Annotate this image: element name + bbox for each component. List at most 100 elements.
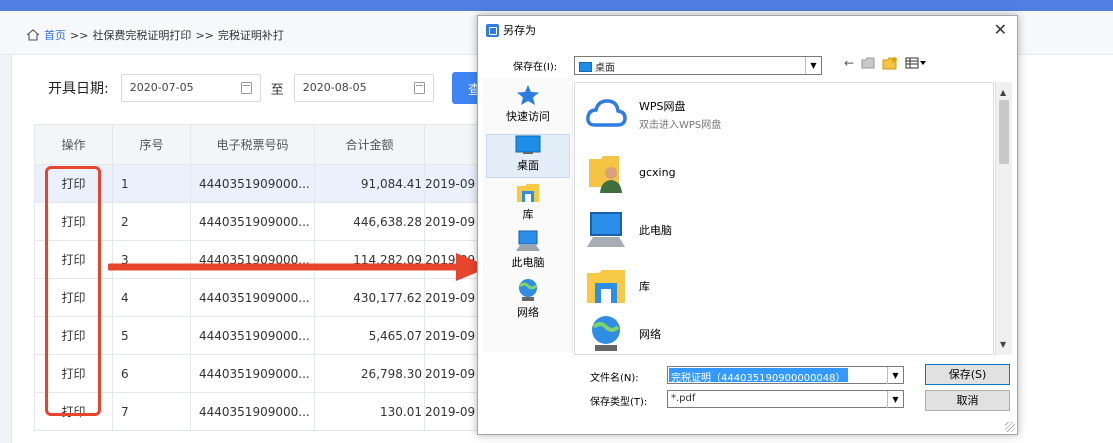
date-filter: 开具日期: 2020-07-05 至 2020-08-05 xyxy=(48,74,434,102)
network-icon xyxy=(518,279,538,301)
file-name: WPS网盘 xyxy=(639,99,686,113)
file-subtitle: 双击进入WPS网盘 xyxy=(639,119,722,131)
column-header-ticket-number: 电子税票号码 xyxy=(190,124,315,165)
breadcrumb-level1[interactable]: 社保费完税证明打印 xyxy=(92,27,191,43)
cancel-button[interactable]: 取消 xyxy=(925,390,1010,411)
new-folder-icon[interactable] xyxy=(882,56,899,70)
chevron-down-icon[interactable]: ▼ xyxy=(1000,340,1006,349)
total-amount: 5,465.07 xyxy=(314,316,425,355)
ticket-number: 4440351909000... xyxy=(190,202,315,241)
column-header-index: 序号 xyxy=(112,124,191,165)
save-as-dialog: 另存为 ✕ 保存在(I): 桌面 ▼ ← 快速访问 桌面 库 此电脑 网络 WP… xyxy=(477,15,1018,435)
app-icon xyxy=(486,23,499,37)
breadcrumb-separator: >> xyxy=(195,28,214,42)
ticket-number: 4440351909000... xyxy=(190,354,315,393)
network-icon xyxy=(592,316,620,351)
row-index: 6 xyxy=(112,354,191,393)
total-amount: 130.01 xyxy=(314,392,425,431)
breadcrumb-separator: >> xyxy=(70,28,89,42)
filetype-label: 保存类型(T): xyxy=(590,397,648,408)
start-date-value: 2020-07-05 xyxy=(129,81,194,94)
filetype-dropdown[interactable]: *.pdf ▼ xyxy=(667,390,904,408)
resize-grip-icon[interactable] xyxy=(1005,422,1015,432)
place-label: 快速访问 xyxy=(506,110,550,123)
filename-label: 文件名(N): xyxy=(590,373,639,384)
ticket-number: 4440351909000... xyxy=(190,164,315,203)
start-date-input[interactable]: 2020-07-05 xyxy=(120,74,261,102)
row-index: 7 xyxy=(112,392,191,431)
computer-icon xyxy=(516,230,540,251)
breadcrumb: 首页 >> 社保费完税证明打印 >> 完税证明补打 xyxy=(26,27,284,43)
filename-input[interactable]: 完税证明（444035190900000048） ▼ xyxy=(667,366,904,384)
place-this-pc[interactable]: 此电脑 xyxy=(486,230,570,274)
scrollbar-thumb[interactable] xyxy=(999,100,1009,164)
breadcrumb-current: 完税证明补打 xyxy=(217,29,284,42)
chevron-up-icon[interactable]: ▲ xyxy=(1000,88,1006,97)
filename-value: 完税证明（444035190900000048） xyxy=(669,368,848,384)
file-name: 库 xyxy=(639,280,650,293)
row-index: 2 xyxy=(112,202,191,241)
place-label: 库 xyxy=(522,208,534,221)
file-list: WPS网盘 双击进入WPS网盘 gcxing 此电脑 库 网络 xyxy=(574,82,994,355)
computer-icon xyxy=(587,212,625,247)
place-desktop[interactable]: 桌面 xyxy=(486,134,570,178)
row-index: 5 xyxy=(112,316,191,355)
issue-date-label: 开具日期: xyxy=(48,81,109,97)
highlight-box xyxy=(45,166,101,416)
red-arrow-icon xyxy=(108,253,490,281)
view-menu-icon[interactable] xyxy=(905,57,927,69)
ticket-number: 4440351909000... xyxy=(190,392,315,431)
save-in-dropdown[interactable]: 桌面 ▼ xyxy=(574,56,822,75)
star-icon xyxy=(517,85,539,105)
up-folder-icon[interactable] xyxy=(861,57,875,69)
vertical-scrollbar[interactable]: ▲ ▼ xyxy=(995,82,1012,355)
file-name: 网络 xyxy=(639,328,661,341)
list-item[interactable]: 库 xyxy=(585,263,650,309)
list-item[interactable]: gcxing xyxy=(585,149,676,195)
cloud-icon xyxy=(586,99,627,127)
end-date-value: 2020-08-05 xyxy=(302,81,367,94)
save-button[interactable]: 保存(S) xyxy=(925,364,1010,385)
library-icon xyxy=(517,184,539,202)
ticket-number: 4440351909000... xyxy=(190,316,315,355)
place-label: 此电脑 xyxy=(511,256,545,269)
back-icon[interactable]: ← xyxy=(844,56,854,70)
total-amount: 91,084.41 xyxy=(314,164,425,203)
close-icon[interactable]: ✕ xyxy=(994,20,1007,39)
place-label: 网络 xyxy=(517,306,539,319)
library-icon xyxy=(587,270,625,303)
date-range-separator: 至 xyxy=(270,82,284,98)
desktop-icon xyxy=(515,135,541,154)
top-banner xyxy=(0,0,1113,11)
chevron-down-icon[interactable]: ▼ xyxy=(887,367,903,384)
calendar-icon[interactable] xyxy=(240,82,252,94)
place-label: 桌面 xyxy=(517,159,539,172)
chevron-down-icon[interactable]: ▼ xyxy=(805,57,821,74)
left-sidebar-edge xyxy=(0,55,12,443)
place-quick-access[interactable]: 快速访问 xyxy=(486,84,570,130)
list-item[interactable]: 此电脑 xyxy=(585,207,672,253)
end-date-input[interactable]: 2020-08-05 xyxy=(293,74,434,102)
total-amount: 26,798.30 xyxy=(314,354,425,393)
file-name: gcxing xyxy=(639,165,676,179)
home-icon xyxy=(26,29,40,41)
breadcrumb-home-link[interactable]: 首页 xyxy=(44,27,66,43)
row-index: 1 xyxy=(112,164,191,203)
list-item[interactable]: WPS网盘 双击进入WPS网盘 xyxy=(585,91,721,137)
file-name: 此电脑 xyxy=(639,224,672,237)
total-amount: 446,638.28 xyxy=(314,202,425,241)
place-library[interactable]: 库 xyxy=(486,182,570,226)
chevron-down-icon[interactable]: ▼ xyxy=(887,391,903,408)
places-bar: 快速访问 桌面 库 此电脑 网络 xyxy=(483,78,573,353)
column-header-action: 操作 xyxy=(34,124,113,165)
user-folder-icon xyxy=(589,156,622,193)
list-item[interactable]: 网络 xyxy=(585,311,661,357)
dialog-toolbar: ← xyxy=(844,56,927,70)
dialog-title: 另存为 xyxy=(503,24,536,37)
dialog-titlebar: 另存为 xyxy=(486,22,536,38)
calendar-icon[interactable] xyxy=(413,82,425,94)
save-in-label: 保存在(I): xyxy=(513,62,558,73)
save-in-value: 桌面 xyxy=(595,63,615,74)
filetype-value: *.pdf xyxy=(671,393,696,404)
place-network[interactable]: 网络 xyxy=(486,278,570,324)
